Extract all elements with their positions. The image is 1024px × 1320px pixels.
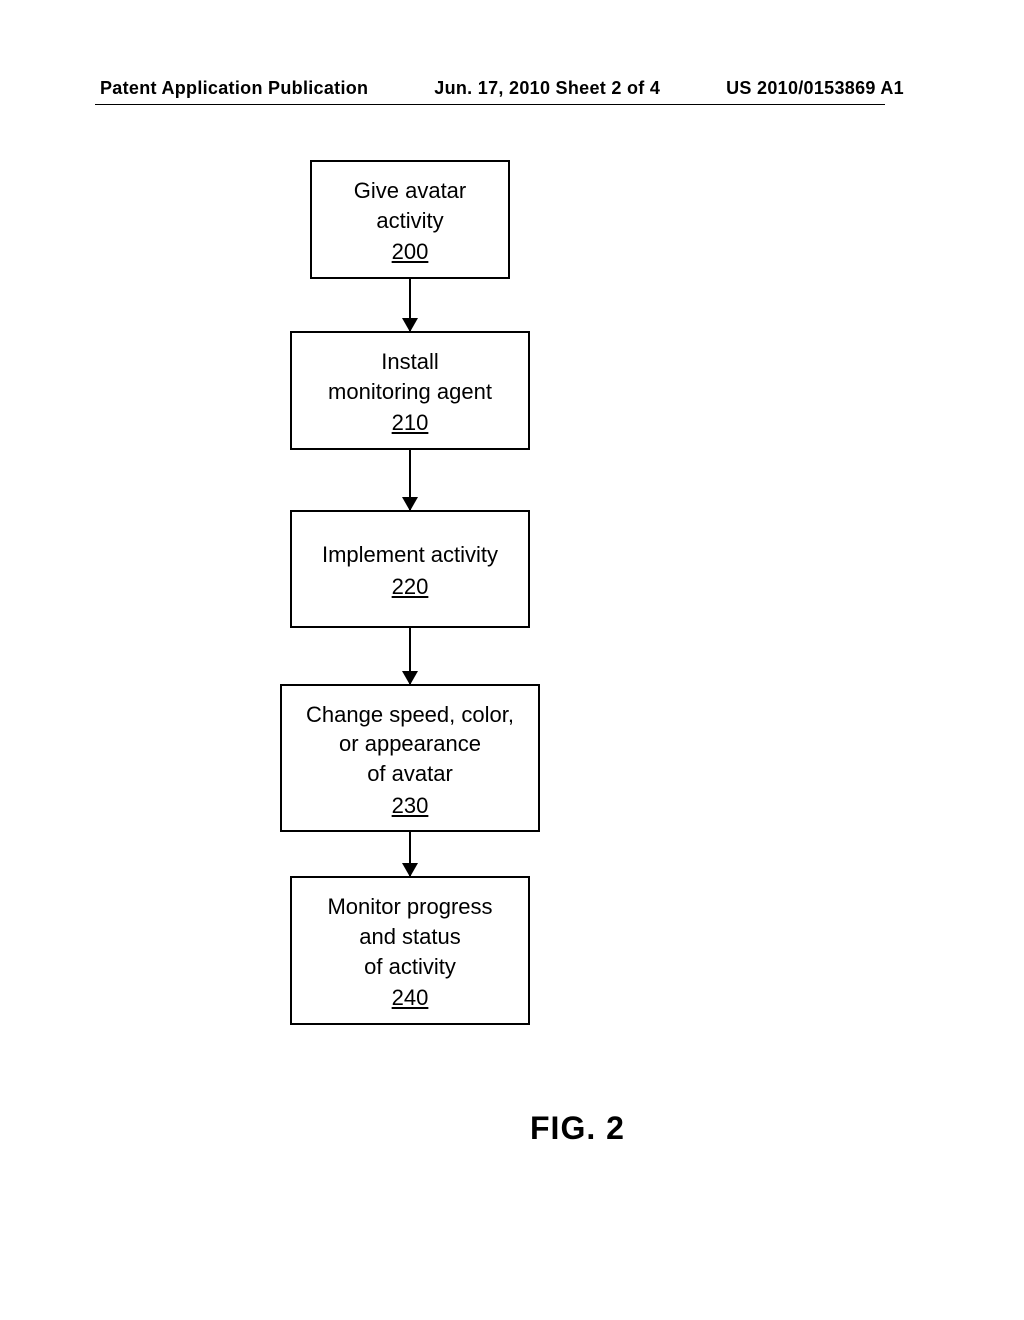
flow-box-give-avatar-activity: Give avatar activity 200 (310, 160, 510, 279)
box-text-line: of avatar (288, 759, 532, 789)
header-publication: Patent Application Publication (100, 78, 368, 99)
box-ref-number: 240 (392, 983, 429, 1013)
flow-box-install-monitoring-agent: Install monitoring agent 210 (290, 331, 530, 450)
flowchart: Give avatar activity 200 Install monitor… (280, 160, 540, 1025)
box-text-line: of activity (298, 952, 522, 982)
box-text-line: Change speed, color, (288, 700, 532, 730)
box-text-line: Monitor progress (298, 892, 522, 922)
arrow-down-icon (409, 450, 412, 510)
arrow-down-icon (409, 279, 412, 331)
figure-label: FIG. 2 (530, 1110, 625, 1147)
box-text-line: Implement activity (298, 540, 522, 570)
arrow-down-icon (409, 832, 412, 876)
flow-box-monitor-progress: Monitor progress and status of activity … (290, 876, 530, 1025)
box-text-line: Give avatar (318, 176, 502, 206)
box-ref-number: 220 (392, 572, 429, 602)
box-ref-number: 230 (392, 791, 429, 821)
header-rule (95, 104, 885, 105)
box-ref-number: 210 (392, 408, 429, 438)
arrow-down-icon (409, 628, 412, 684)
box-text-line: or appearance (288, 729, 532, 759)
box-text-line: and status (298, 922, 522, 952)
box-ref-number: 200 (392, 237, 429, 267)
box-text-line: monitoring agent (298, 377, 522, 407)
flow-box-implement-activity: Implement activity 220 (290, 510, 530, 627)
box-text-line: activity (318, 206, 502, 236)
box-text-line: Install (298, 347, 522, 377)
header-patent-number: US 2010/0153869 A1 (726, 78, 904, 99)
header-date-sheet: Jun. 17, 2010 Sheet 2 of 4 (434, 78, 660, 99)
page-header: Patent Application Publication Jun. 17, … (0, 78, 1024, 99)
flow-box-change-avatar: Change speed, color, or appearance of av… (280, 684, 540, 833)
